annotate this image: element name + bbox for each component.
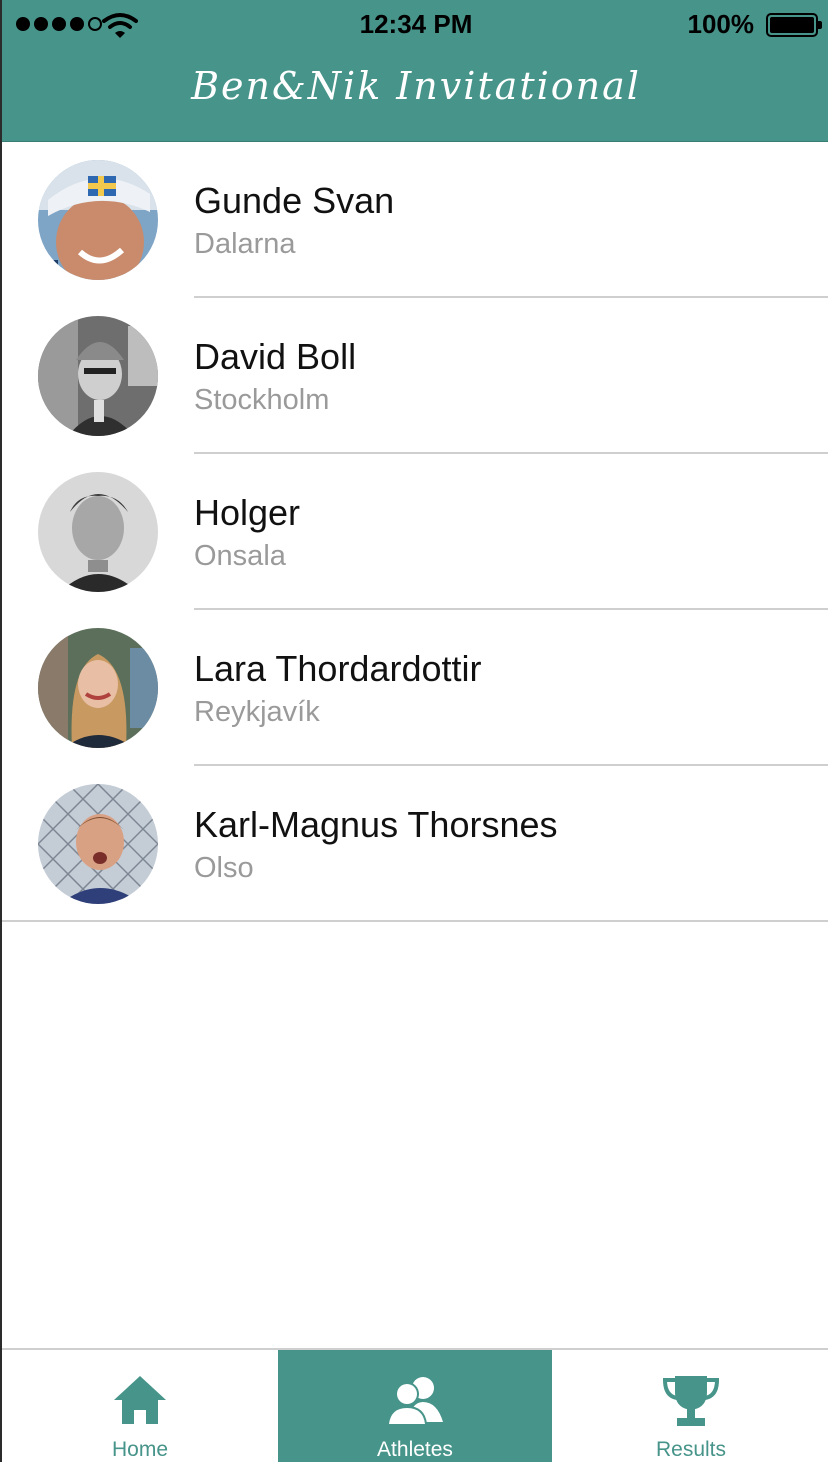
users-icon [387, 1377, 443, 1424]
athlete-row[interactable]: David Boll Stockholm [2, 298, 828, 454]
athlete-row[interactable]: Holger Onsala [2, 454, 828, 610]
tab-label: Home [111, 1438, 169, 1461]
athlete-city: Reykjavík [194, 696, 320, 728]
status-bar: 12:34 PM 100% [2, 0, 828, 50]
avatar [38, 316, 158, 436]
trophy-icon [663, 1376, 719, 1426]
athlete-city: Onsala [194, 540, 286, 572]
athlete-row[interactable]: Lara Thordardottir Reykjavík [2, 610, 828, 766]
home-icon [114, 1376, 166, 1424]
avatar [38, 160, 158, 280]
row-divider [2, 920, 828, 922]
tab-label: Athletes [377, 1438, 453, 1461]
athlete-city: Dalarna [194, 228, 296, 260]
athlete-name: Karl-Magnus Thorsnes [194, 804, 558, 845]
avatar [38, 784, 158, 904]
battery-percentage: 100% [687, 9, 755, 39]
athlete-row[interactable]: Karl-Magnus Thorsnes Olso [2, 766, 828, 922]
avatar [38, 472, 158, 592]
avatar [38, 628, 158, 748]
athlete-name: David Boll [194, 336, 357, 377]
athlete-name: Lara Thordardottir [194, 648, 482, 689]
athlete-name: Gunde Svan [194, 180, 395, 221]
app-screen: 12:34 PM 100% Ben&Nik Invitational Gunde… [0, 0, 828, 1462]
tab-label: Results [655, 1438, 727, 1461]
tab-athletes[interactable]: Athletes [278, 1350, 552, 1462]
tab-home[interactable]: Home [2, 1350, 278, 1462]
page-title: Ben&Nik Invitational [191, 64, 641, 108]
athlete-name: Holger [194, 492, 301, 533]
athlete-city: Stockholm [194, 384, 330, 416]
header: 12:34 PM 100% Ben&Nik Invitational [2, 0, 828, 142]
athlete-city: Olso [194, 852, 254, 884]
tab-results[interactable]: Results [552, 1350, 828, 1462]
athlete-row[interactable]: Gunde Svan Dalarna [2, 142, 828, 298]
battery-icon [766, 13, 822, 37]
tab-bar: Home Athletes Results [2, 1348, 828, 1462]
athlete-list: Gunde Svan Dalarna David Boll Stockholm [2, 142, 828, 922]
